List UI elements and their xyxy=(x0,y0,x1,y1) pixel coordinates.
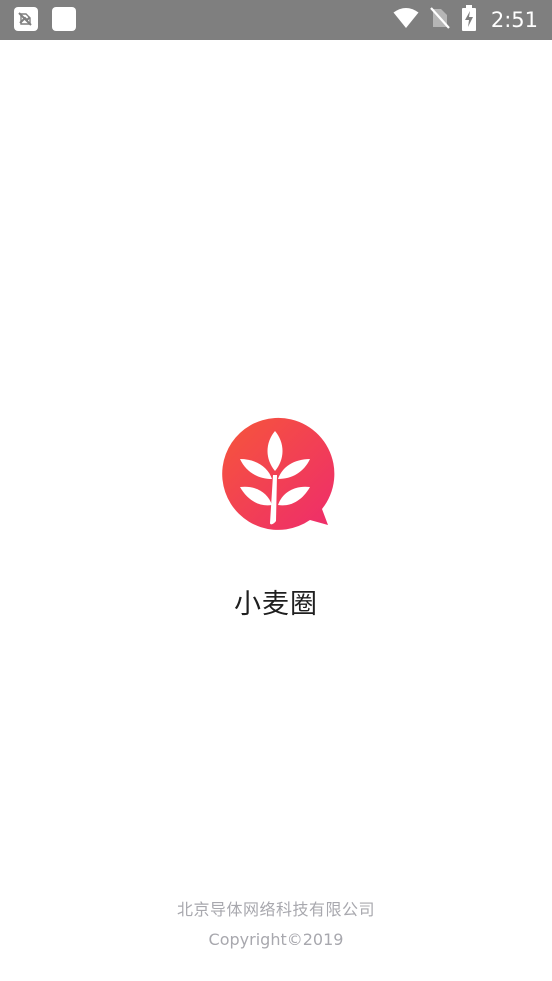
copyright-text: Copyright©2019 xyxy=(208,930,344,949)
no-sim-notification-icon xyxy=(14,7,38,31)
wheat-speech-bubble-icon xyxy=(222,417,335,530)
no-signal-icon xyxy=(429,6,451,34)
company-name: 北京导体网络科技有限公司 xyxy=(176,900,375,919)
battery-charging-icon xyxy=(461,5,477,35)
status-bar-notifications xyxy=(14,7,76,31)
status-bar-clock: 2:51 xyxy=(490,8,538,32)
wifi-icon xyxy=(393,7,419,33)
status-bar: 2:51 xyxy=(0,0,552,40)
app-logo xyxy=(218,417,336,535)
status-bar-system: 2:51 xyxy=(393,5,538,35)
app-notification-icon xyxy=(52,7,76,31)
splash-screen: 2:51 小麦圈 北京导体网络科技有限公司 Copyright©2019 xyxy=(0,0,552,981)
app-name: 小麦圈 xyxy=(234,589,318,620)
footer: 北京导体网络科技有限公司 Copyright©2019 xyxy=(0,898,552,952)
